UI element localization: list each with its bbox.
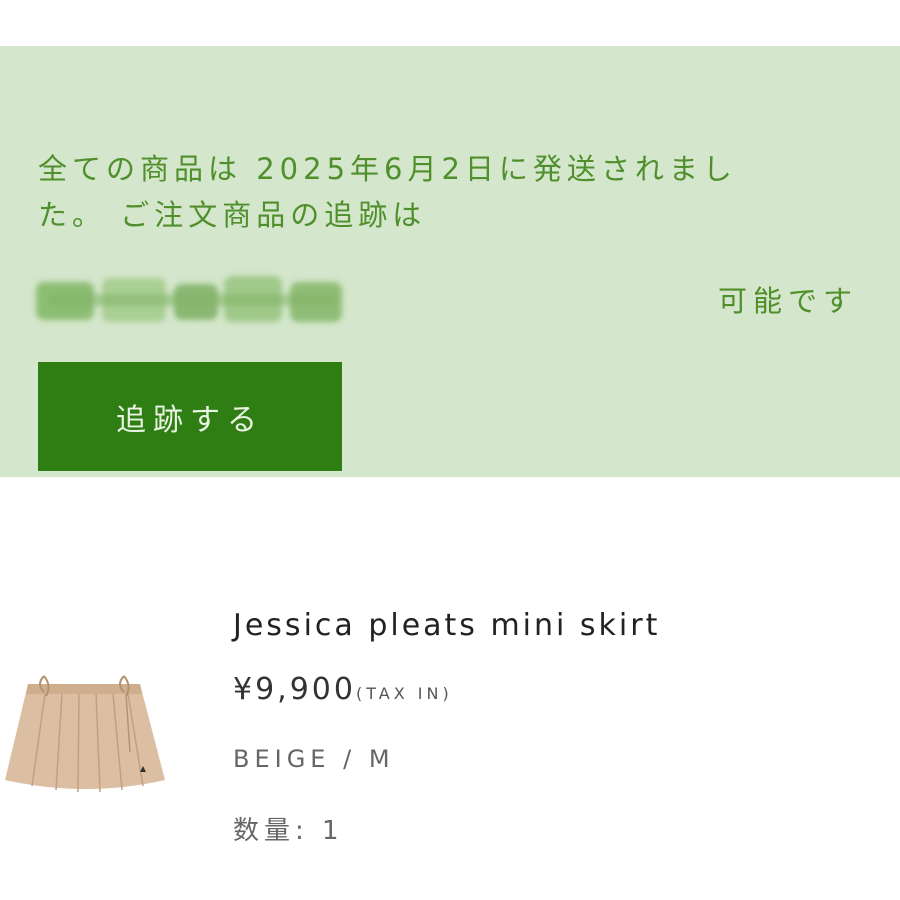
- shipping-notice-text: 全ての商品は 2025年6月2日に発送されまし た。 ご注文商品の追跡は: [38, 146, 838, 238]
- pleated-skirt-image[interactable]: [0, 662, 170, 802]
- product-price-row: ¥9,900(TAX IN): [233, 672, 453, 707]
- tracking-available-text: 可能です: [717, 284, 858, 318]
- product-name[interactable]: Jessica pleats mini skirt: [233, 608, 660, 643]
- tax-included-note: (TAX IN): [355, 684, 453, 703]
- order-status-page: 全ての商品は 2025年6月2日に発送されまし た。 ご注文商品の追跡は 可能で…: [0, 0, 900, 900]
- shipping-notice-line-2: た。 ご注文商品の追跡は: [38, 198, 427, 232]
- product-quantity: 数量: 1: [233, 810, 344, 847]
- shipping-notice-panel: 全ての商品は 2025年6月2日に発送されまし た。 ご注文商品の追跡は 可能で…: [0, 46, 900, 477]
- redacted-tracking-number: [36, 276, 342, 322]
- track-order-button[interactable]: 追跡する: [38, 362, 342, 471]
- quantity-label: 数量:: [233, 816, 309, 846]
- quantity-value: 1: [322, 816, 344, 846]
- shipping-notice-line-1: 全ての商品は 2025年6月2日に発送されまし: [38, 152, 737, 186]
- track-order-button-label: 追跡する: [116, 402, 264, 438]
- product-variant: BEIGE / M: [233, 745, 395, 773]
- product-price: ¥9,900: [233, 672, 356, 707]
